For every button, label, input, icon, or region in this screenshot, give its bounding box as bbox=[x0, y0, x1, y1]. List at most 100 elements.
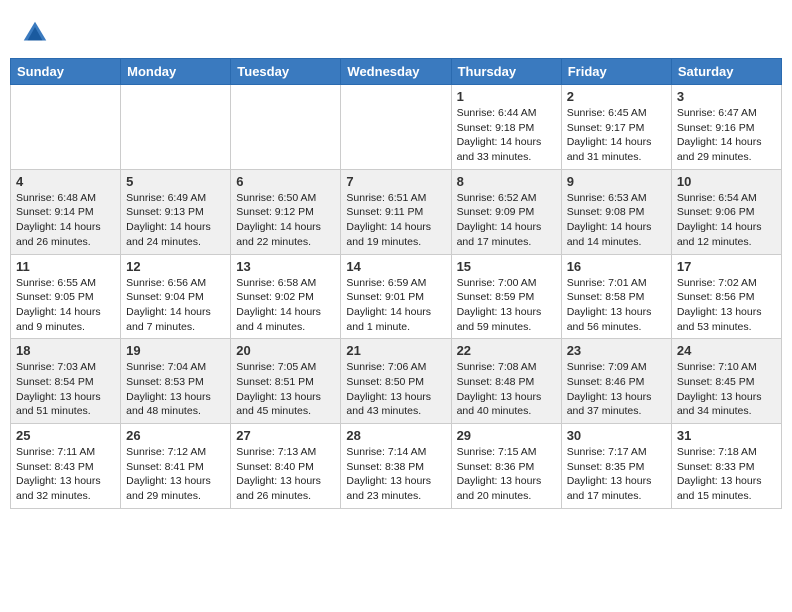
day-info: Sunrise: 6:59 AM Sunset: 9:01 PM Dayligh… bbox=[346, 276, 445, 335]
calendar-cell: 22 Sunrise: 7:08 AM Sunset: 8:48 PM Dayli… bbox=[451, 339, 561, 424]
day-info: Sunrise: 6:50 AM Sunset: 9:12 PM Dayligh… bbox=[236, 191, 335, 250]
weekday-header: Tuesday bbox=[231, 59, 341, 85]
calendar-cell: 17 Sunrise: 7:02 AM Sunset: 8:56 PM Dayli… bbox=[671, 254, 781, 339]
calendar-cell: 7 Sunrise: 6:51 AM Sunset: 9:11 PM Daylig… bbox=[341, 169, 451, 254]
calendar-cell: 25 Sunrise: 7:11 AM Sunset: 8:43 PM Dayli… bbox=[11, 424, 121, 509]
calendar-week-row: 4 Sunrise: 6:48 AM Sunset: 9:14 PM Daylig… bbox=[11, 169, 782, 254]
day-number: 24 bbox=[677, 343, 776, 358]
day-info: Sunrise: 6:56 AM Sunset: 9:04 PM Dayligh… bbox=[126, 276, 225, 335]
day-number: 12 bbox=[126, 259, 225, 274]
day-info: Sunrise: 6:48 AM Sunset: 9:14 PM Dayligh… bbox=[16, 191, 115, 250]
calendar-cell: 6Sunrise: 6:50 AM Sunset: 9:12 PM Daylig… bbox=[231, 169, 341, 254]
calendar-cell bbox=[341, 85, 451, 170]
weekday-header: Wednesday bbox=[341, 59, 451, 85]
day-info: Sunrise: 7:01 AM Sunset: 8:58 PM Dayligh… bbox=[567, 276, 666, 335]
day-info: Sunrise: 7:11 AM Sunset: 8:43 PM Dayligh… bbox=[16, 445, 115, 504]
day-number: 23 bbox=[567, 343, 666, 358]
calendar-cell: 31 Sunrise: 7:18 AM Sunset: 8:33 PM Dayli… bbox=[671, 424, 781, 509]
day-number: 28 bbox=[346, 428, 445, 443]
calendar-cell: 16 Sunrise: 7:01 AM Sunset: 8:58 PM Dayli… bbox=[561, 254, 671, 339]
calendar-cell: 10 Sunrise: 6:54 AM Sunset: 9:06 PM Dayli… bbox=[671, 169, 781, 254]
day-number: 29 bbox=[457, 428, 556, 443]
day-info: Sunrise: 7:17 AM Sunset: 8:35 PM Dayligh… bbox=[567, 445, 666, 504]
day-info: Sunrise: 6:52 AM Sunset: 9:09 PM Dayligh… bbox=[457, 191, 556, 250]
day-info: Sunrise: 7:03 AM Sunset: 8:54 PM Dayligh… bbox=[16, 360, 115, 419]
day-info: Sunrise: 7:14 AM Sunset: 8:38 PM Dayligh… bbox=[346, 445, 445, 504]
day-number: 26 bbox=[126, 428, 225, 443]
day-number: 7 bbox=[346, 174, 445, 189]
calendar-cell: 23Sunrise: 7:09 AM Sunset: 8:46 PM Dayli… bbox=[561, 339, 671, 424]
day-number: 18 bbox=[16, 343, 115, 358]
calendar-cell: 13 Sunrise: 6:58 AM Sunset: 9:02 PM Dayli… bbox=[231, 254, 341, 339]
day-info: Sunrise: 7:10 AM Sunset: 8:45 PM Dayligh… bbox=[677, 360, 776, 419]
calendar-cell: 11 Sunrise: 6:55 AM Sunset: 9:05 PM Dayli… bbox=[11, 254, 121, 339]
calendar-cell: 9 Sunrise: 6:53 AM Sunset: 9:08 PM Daylig… bbox=[561, 169, 671, 254]
day-info: Sunrise: 7:18 AM Sunset: 8:33 PM Dayligh… bbox=[677, 445, 776, 504]
day-number: 3 bbox=[677, 89, 776, 104]
day-info: Sunrise: 6:54 AM Sunset: 9:06 PM Dayligh… bbox=[677, 191, 776, 250]
day-number: 10 bbox=[677, 174, 776, 189]
day-number: 19 bbox=[126, 343, 225, 358]
day-number: 16 bbox=[567, 259, 666, 274]
weekday-header: Friday bbox=[561, 59, 671, 85]
calendar-cell: 5 Sunrise: 6:49 AM Sunset: 9:13 PM Daylig… bbox=[121, 169, 231, 254]
day-number: 1 bbox=[457, 89, 556, 104]
calendar-week-row: 1Sunrise: 6:44 AM Sunset: 9:18 PM Daylig… bbox=[11, 85, 782, 170]
calendar-cell: 19 Sunrise: 7:04 AM Sunset: 8:53 PM Dayli… bbox=[121, 339, 231, 424]
day-number: 5 bbox=[126, 174, 225, 189]
calendar-cell: 26 Sunrise: 7:12 AM Sunset: 8:41 PM Dayli… bbox=[121, 424, 231, 509]
calendar-week-row: 18 Sunrise: 7:03 AM Sunset: 8:54 PM Dayli… bbox=[11, 339, 782, 424]
day-number: 25 bbox=[16, 428, 115, 443]
day-info: Sunrise: 6:49 AM Sunset: 9:13 PM Dayligh… bbox=[126, 191, 225, 250]
day-number: 14 bbox=[346, 259, 445, 274]
day-number: 27 bbox=[236, 428, 335, 443]
day-info: Sunrise: 7:12 AM Sunset: 8:41 PM Dayligh… bbox=[126, 445, 225, 504]
weekday-header: Monday bbox=[121, 59, 231, 85]
calendar-table: SundayMondayTuesdayWednesdayThursdayFrid… bbox=[10, 58, 782, 509]
calendar-week-row: 25 Sunrise: 7:11 AM Sunset: 8:43 PM Dayli… bbox=[11, 424, 782, 509]
calendar-week-row: 11 Sunrise: 6:55 AM Sunset: 9:05 PM Dayli… bbox=[11, 254, 782, 339]
calendar-cell: 24 Sunrise: 7:10 AM Sunset: 8:45 PM Dayli… bbox=[671, 339, 781, 424]
calendar-cell: 4 Sunrise: 6:48 AM Sunset: 9:14 PM Daylig… bbox=[11, 169, 121, 254]
calendar-cell: 12 Sunrise: 6:56 AM Sunset: 9:04 PM Dayli… bbox=[121, 254, 231, 339]
day-number: 9 bbox=[567, 174, 666, 189]
logo bbox=[20, 18, 54, 48]
day-info: Sunrise: 7:02 AM Sunset: 8:56 PM Dayligh… bbox=[677, 276, 776, 335]
calendar-cell bbox=[121, 85, 231, 170]
calendar-cell: 15 Sunrise: 7:00 AM Sunset: 8:59 PM Dayli… bbox=[451, 254, 561, 339]
day-info: Sunrise: 6:51 AM Sunset: 9:11 PM Dayligh… bbox=[346, 191, 445, 250]
day-number: 22 bbox=[457, 343, 556, 358]
day-info: Sunrise: 6:55 AM Sunset: 9:05 PM Dayligh… bbox=[16, 276, 115, 335]
day-number: 8 bbox=[457, 174, 556, 189]
calendar-cell: 27 Sunrise: 7:13 AM Sunset: 8:40 PM Dayli… bbox=[231, 424, 341, 509]
calendar-cell: 2Sunrise: 6:45 AM Sunset: 9:17 PM Daylig… bbox=[561, 85, 671, 170]
weekday-header: Thursday bbox=[451, 59, 561, 85]
weekday-header: Sunday bbox=[11, 59, 121, 85]
day-number: 20 bbox=[236, 343, 335, 358]
calendar-cell: 3Sunrise: 6:47 AM Sunset: 9:16 PM Daylig… bbox=[671, 85, 781, 170]
day-number: 31 bbox=[677, 428, 776, 443]
weekday-header-row: SundayMondayTuesdayWednesdayThursdayFrid… bbox=[11, 59, 782, 85]
calendar-cell: 29 Sunrise: 7:15 AM Sunset: 8:36 PM Dayli… bbox=[451, 424, 561, 509]
logo-icon bbox=[20, 18, 50, 48]
day-info: Sunrise: 7:13 AM Sunset: 8:40 PM Dayligh… bbox=[236, 445, 335, 504]
day-number: 2 bbox=[567, 89, 666, 104]
weekday-header: Saturday bbox=[671, 59, 781, 85]
day-number: 11 bbox=[16, 259, 115, 274]
calendar-cell: 14 Sunrise: 6:59 AM Sunset: 9:01 PM Dayli… bbox=[341, 254, 451, 339]
calendar-cell: 28 Sunrise: 7:14 AM Sunset: 8:38 PM Dayli… bbox=[341, 424, 451, 509]
day-info: Sunrise: 7:04 AM Sunset: 8:53 PM Dayligh… bbox=[126, 360, 225, 419]
calendar-cell: 8 Sunrise: 6:52 AM Sunset: 9:09 PM Daylig… bbox=[451, 169, 561, 254]
day-number: 15 bbox=[457, 259, 556, 274]
day-info: Sunrise: 7:15 AM Sunset: 8:36 PM Dayligh… bbox=[457, 445, 556, 504]
day-info: Sunrise: 7:08 AM Sunset: 8:48 PM Dayligh… bbox=[457, 360, 556, 419]
day-info: Sunrise: 7:05 AM Sunset: 8:51 PM Dayligh… bbox=[236, 360, 335, 419]
day-info: Sunrise: 6:53 AM Sunset: 9:08 PM Dayligh… bbox=[567, 191, 666, 250]
day-number: 13 bbox=[236, 259, 335, 274]
calendar-cell: 30Sunrise: 7:17 AM Sunset: 8:35 PM Dayli… bbox=[561, 424, 671, 509]
day-number: 17 bbox=[677, 259, 776, 274]
day-number: 4 bbox=[16, 174, 115, 189]
day-info: Sunrise: 7:00 AM Sunset: 8:59 PM Dayligh… bbox=[457, 276, 556, 335]
calendar-cell: 1Sunrise: 6:44 AM Sunset: 9:18 PM Daylig… bbox=[451, 85, 561, 170]
day-info: Sunrise: 6:58 AM Sunset: 9:02 PM Dayligh… bbox=[236, 276, 335, 335]
